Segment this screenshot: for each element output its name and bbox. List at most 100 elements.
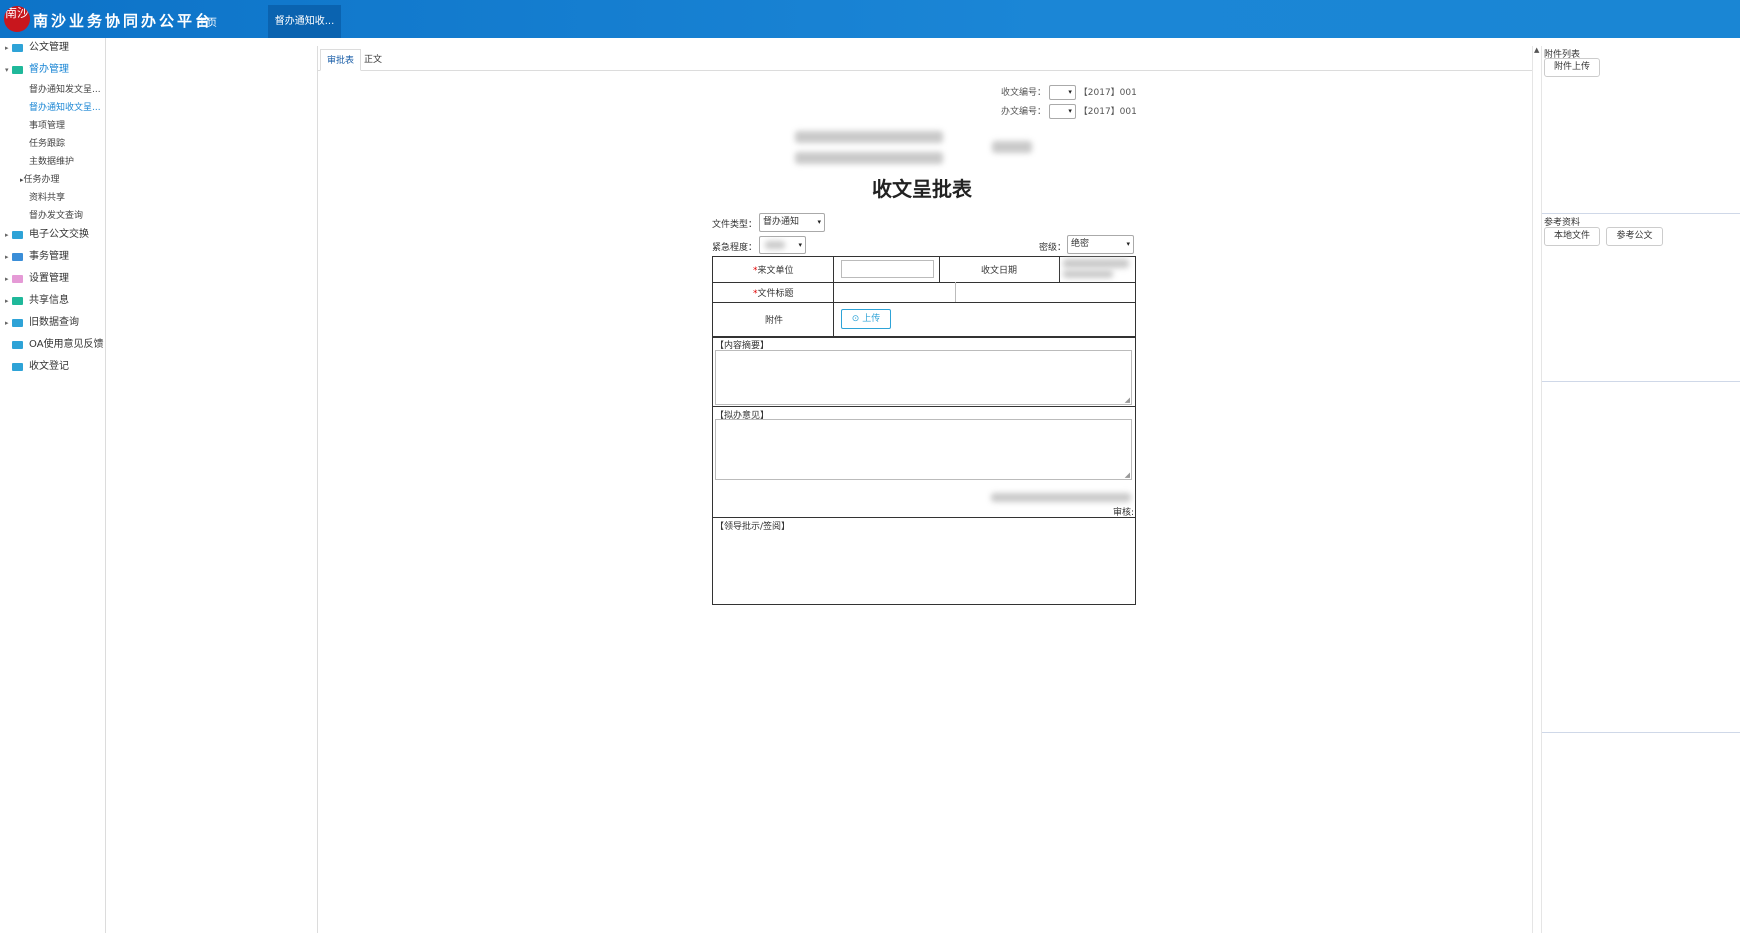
row-divider bbox=[713, 406, 1135, 407]
col-divider bbox=[939, 257, 940, 282]
redacted-org-line-2 bbox=[795, 152, 943, 164]
right-panel: 附件列表 附件上传 参考资料 本地文件 参考公文 bbox=[1542, 46, 1740, 933]
chevron-right-icon: ▸ bbox=[5, 231, 9, 239]
sidebar-item-settings[interactable]: ▸ 设置管理 bbox=[0, 270, 105, 288]
upload-button[interactable]: ⊙ 上传 bbox=[841, 309, 891, 329]
receive-number-row: 收文编号： ▾ 【2017】001 bbox=[1001, 85, 1137, 101]
attachment-upload-button[interactable]: 附件上传 bbox=[1544, 58, 1600, 77]
scroll-up-icon[interactable]: ▲ bbox=[1534, 46, 1539, 54]
caret-down-icon: ▾ bbox=[1126, 240, 1130, 248]
sidebar-item-shared-info[interactable]: ▸ 共享信息 bbox=[0, 292, 105, 310]
folder-icon bbox=[12, 231, 23, 239]
reference-document-button[interactable]: 参考公文 bbox=[1606, 227, 1663, 246]
caret-down-icon: ▾ bbox=[1068, 107, 1072, 115]
right-panel-scrollbar[interactable]: ▲ bbox=[1532, 46, 1542, 933]
redacted-signature-info bbox=[991, 493, 1131, 502]
sidebar-item-receive-register[interactable]: 收文登记 bbox=[0, 358, 105, 376]
folder-icon bbox=[12, 253, 23, 261]
sidebar-item-label: 电子公文交换 bbox=[29, 229, 89, 240]
tab-approval-form[interactable]: 审批表 bbox=[320, 49, 362, 71]
window-icon bbox=[12, 319, 23, 327]
local-file-button[interactable]: 本地文件 bbox=[1544, 227, 1600, 246]
receive-number-label: 收文编号： bbox=[1001, 88, 1047, 98]
folder-icon bbox=[12, 66, 23, 74]
redacted-urgency-value bbox=[765, 241, 785, 249]
receive-number-value: 【2017】001 bbox=[1078, 88, 1137, 98]
chevron-right-icon: ▸ bbox=[5, 44, 9, 52]
secrecy-value: 绝密 bbox=[1071, 239, 1090, 249]
caret-down-icon: ▾ bbox=[798, 241, 802, 249]
row-divider bbox=[713, 302, 1135, 303]
sidebar-sub-item-master-data[interactable]: 主数据维护 bbox=[29, 154, 74, 170]
review-label: 审核: bbox=[1113, 508, 1135, 518]
file-title-label-text: 文件标题 bbox=[757, 289, 794, 299]
panel-divider bbox=[1542, 213, 1740, 214]
top-bar: 南沙 南沙业务协同办公平台 主页 督办通知收... bbox=[0, 0, 1740, 38]
row-divider bbox=[713, 336, 1135, 338]
sidebar-item-document-management[interactable]: ▸ 公文管理 bbox=[0, 39, 105, 57]
chevron-right-icon: ▸ bbox=[5, 253, 9, 261]
sidebar-sub-item-supervision-receive[interactable]: 督办通知收文呈... bbox=[29, 100, 101, 116]
sidebar-item-label: 旧数据查询 bbox=[29, 317, 79, 328]
file-type-value: 督办通知 bbox=[763, 217, 800, 227]
chevron-right-icon: ▸ bbox=[5, 319, 9, 327]
summary-textarea[interactable]: ◢ bbox=[715, 350, 1132, 405]
chevron-down-icon: ▾ bbox=[5, 66, 9, 74]
file-title-label: *文件标题 bbox=[753, 286, 794, 299]
receive-number-select[interactable]: ▾ bbox=[1048, 85, 1076, 100]
home-link[interactable]: 主页 bbox=[197, 14, 217, 29]
grid-icon bbox=[12, 275, 23, 283]
urgency-select[interactable]: ▾ bbox=[759, 236, 806, 254]
handle-number-select[interactable]: ▾ bbox=[1048, 104, 1076, 119]
sidebar-sub-item-supervision-query[interactable]: 督办发文查询 bbox=[29, 208, 83, 224]
receive-date-label: 收文日期 bbox=[981, 266, 1018, 276]
form-title: 收文呈批表 bbox=[872, 177, 972, 201]
caret-down-icon: ▾ bbox=[817, 218, 821, 226]
sidebar-item-label: 收文登记 bbox=[29, 361, 69, 372]
form-tabs: 审批表 正文 bbox=[318, 46, 1533, 71]
caret-down-icon: ▾ bbox=[1068, 88, 1072, 96]
tab-body-text[interactable]: 正文 bbox=[358, 49, 388, 71]
sidebar-item-label: 公文管理 bbox=[29, 42, 69, 53]
sidebar-item-label: 督办管理 bbox=[29, 64, 69, 75]
redacted-org-line-1 bbox=[795, 131, 943, 143]
source-unit-input[interactable] bbox=[841, 260, 934, 278]
sidebar-item-legacy-query[interactable]: ▸ 旧数据查询 bbox=[0, 314, 105, 332]
handle-number-row: 办文编号： ▾ 【2017】001 bbox=[1001, 104, 1137, 120]
secrecy-label: 密级： bbox=[1039, 243, 1067, 253]
resize-handle-icon[interactable]: ◢ bbox=[1125, 471, 1130, 479]
sidebar: ▸ 公文管理 ▾ 督办管理 督办通知发文呈... 督办通知收文呈... 事项管理… bbox=[0, 38, 106, 933]
sidebar-item-supervision[interactable]: ▾ 督办管理 bbox=[0, 61, 105, 79]
handle-number-value: 【2017】001 bbox=[1078, 107, 1137, 117]
logo-seal: 南沙 bbox=[4, 6, 30, 32]
panel-divider bbox=[1542, 381, 1740, 382]
sidebar-sub-item-resource-sharing[interactable]: 资料共享 bbox=[29, 190, 65, 206]
file-type-select[interactable]: 督办通知 ▾ bbox=[759, 213, 825, 232]
redacted-office-name bbox=[992, 141, 1032, 153]
tab-supervision-receive[interactable]: 督办通知收... bbox=[268, 5, 341, 38]
sidebar-sub-item-task-handling[interactable]: ▸任务办理 bbox=[20, 172, 60, 188]
sidebar-sub-item-matters[interactable]: 事项管理 bbox=[29, 118, 65, 134]
sidebar-sub-item-supervision-send[interactable]: 督办通知发文呈... bbox=[29, 82, 101, 98]
sidebar-item-oa-feedback[interactable]: OA使用意见反馈 bbox=[0, 336, 105, 354]
col-divider bbox=[955, 282, 956, 302]
resize-handle-icon[interactable]: ◢ bbox=[1125, 396, 1130, 404]
file-title-input[interactable] bbox=[834, 283, 955, 302]
col-divider bbox=[1059, 257, 1060, 282]
file-type-label: 文件类型： bbox=[712, 220, 758, 230]
panel-divider bbox=[1542, 732, 1740, 733]
sidebar-item-e-document-exchange[interactable]: ▸ 电子公文交换 bbox=[0, 226, 105, 244]
window-icon bbox=[12, 363, 23, 371]
sidebar-sub-item-task-tracking[interactable]: 任务跟踪 bbox=[29, 136, 65, 152]
approval-form-table: *来文单位 收文日期 *文件标题 附件 ⊙ 上传 【内容摘要】 ◢ 【拟办意见】… bbox=[712, 256, 1136, 605]
sidebar-item-label: 事务管理 bbox=[29, 251, 69, 262]
chevron-right-icon: ▸ bbox=[5, 297, 9, 305]
sidebar-item-affairs[interactable]: ▸ 事务管理 bbox=[0, 248, 105, 266]
source-unit-label-text: 来文单位 bbox=[757, 266, 794, 276]
opinion-textarea[interactable]: ◢ bbox=[715, 419, 1132, 480]
sidebar-item-label: 设置管理 bbox=[29, 273, 69, 284]
secrecy-select[interactable]: 绝密 ▾ bbox=[1067, 235, 1134, 254]
folder-icon bbox=[12, 297, 23, 305]
redacted-receive-date bbox=[1063, 259, 1129, 268]
source-unit-label: *来文单位 bbox=[753, 263, 794, 276]
